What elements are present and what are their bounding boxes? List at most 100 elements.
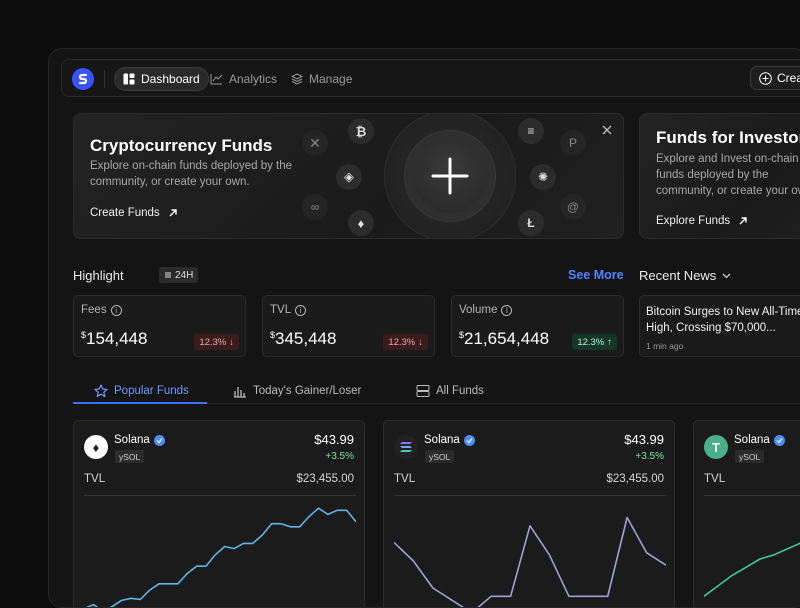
investors-banner: Funds for Investors Explore and Invest o… — [639, 113, 800, 239]
app-logo-icon[interactable] — [72, 68, 94, 90]
cardano-icon: ✺ — [530, 164, 556, 190]
stat-value-text: 345,448 — [275, 329, 336, 348]
arrow-down-icon: ↓ — [229, 337, 234, 348]
change-text: 12.3% — [577, 337, 604, 348]
fund-sparkline — [394, 497, 666, 608]
sparkline-path — [704, 542, 800, 596]
crypto-funds-banner: Cryptocurrency Funds Explore on-chain fu… — [73, 113, 624, 239]
bitcoin-icon: ₿ — [348, 118, 374, 144]
fund-card[interactable]: ♦ Solana ySOL $43.99 +3.5% TVL $23,455.0… — [73, 420, 365, 608]
stat-card-fees: Feesi $154,448 12.3%↓ — [73, 295, 246, 357]
period-label: 24H — [175, 270, 193, 281]
fund-name-text: Solana — [114, 434, 150, 446]
polkadot-icon: P — [560, 130, 586, 156]
verified-icon — [774, 435, 785, 446]
stat-card-tvl: TVL i $345,448 12.3%↓ — [262, 295, 435, 357]
fund-tvl-label: TVL — [84, 473, 105, 485]
create-button-label: Create — [777, 71, 800, 85]
close-icon[interactable] — [602, 122, 612, 140]
tab-gainer-loser[interactable]: Today's Gainer/Loser — [233, 379, 361, 403]
fund-price: $43.99 — [314, 432, 354, 447]
fund-name: Solana — [734, 434, 785, 446]
tab-dashboard-label: Dashboard — [141, 72, 200, 86]
stat-card-volume: Volumei $21,654,448 12.3%↑ — [451, 295, 624, 357]
stat-value-text: 154,448 — [86, 329, 147, 348]
sparkline-path — [84, 508, 356, 608]
fund-name: Solana — [424, 434, 475, 446]
polygon-icon: @ — [560, 194, 586, 220]
fund-divider — [704, 495, 800, 496]
tab-popular-funds-label: Popular Funds — [114, 385, 189, 397]
create-funds-link[interactable]: Create Funds — [90, 207, 178, 219]
binance-icon: ◈ — [336, 164, 362, 190]
plus-circle-icon — [759, 72, 772, 85]
fund-tvl-label: TVL — [394, 473, 415, 485]
manage-icon — [291, 73, 303, 85]
banner-title: Cryptocurrency Funds — [90, 136, 272, 156]
news-item[interactable]: Bitcoin Surges to New All-Time High, Cro… — [639, 295, 800, 357]
stat-label-text: TVL — [270, 304, 291, 316]
create-funds-label: Create Funds — [90, 207, 160, 219]
stat-value: $345,448 — [270, 329, 336, 349]
fund-card[interactable]: T Solana ySOL TVL — [693, 420, 800, 608]
tab-analytics[interactable]: Analytics — [202, 67, 285, 91]
xrp-icon: ✕ — [302, 130, 328, 156]
verified-icon — [154, 435, 165, 446]
fund-ticker: ySOL — [115, 450, 144, 463]
arrow-down-icon: ↓ — [418, 337, 423, 348]
add-fund-button[interactable] — [413, 139, 487, 213]
stat-value: $154,448 — [81, 329, 147, 349]
fund-sparkline — [84, 497, 356, 608]
change-badge: 12.3%↓ — [194, 334, 239, 350]
news-headline: Bitcoin Surges to New All-Time High, Cro… — [646, 304, 800, 336]
stat-label: Feesi — [81, 304, 122, 316]
info-icon[interactable]: i — [111, 305, 122, 316]
change-text: 12.3% — [199, 337, 226, 348]
tab-all-funds[interactable]: All Funds — [416, 379, 484, 403]
arrow-up-right-icon — [168, 208, 178, 218]
ethereum-icon: ♦ — [348, 210, 374, 236]
tab-dashboard[interactable]: Dashboard — [114, 67, 209, 91]
see-more-link[interactable]: See More — [568, 268, 624, 282]
bar-chart-icon — [233, 384, 247, 398]
recent-news-dropdown[interactable]: Recent News — [639, 268, 731, 283]
stack-icon — [164, 271, 172, 279]
fund-name-text: Solana — [424, 434, 460, 446]
period-selector[interactable]: 24H — [159, 267, 198, 283]
info-icon[interactable]: i — [295, 305, 306, 316]
explore-funds-label: Explore Funds — [656, 215, 730, 227]
fund-sparkline — [704, 497, 800, 608]
fund-tvl-label: TVL — [704, 473, 725, 485]
fund-tvl-value: $23,455.00 — [606, 473, 664, 485]
tab-manage-label: Manage — [309, 72, 352, 86]
fund-name: Solana — [114, 434, 165, 446]
active-tab-indicator — [73, 402, 207, 404]
nav-divider — [104, 70, 105, 88]
fund-ticker: ySOL — [425, 450, 454, 463]
top-nav: Dashboard Analytics Manage Create — [61, 59, 800, 97]
solana-icon: ≡ — [518, 118, 544, 144]
fund-change: +3.5% — [635, 451, 664, 462]
create-button[interactable]: Create — [750, 66, 800, 90]
change-badge: 12.3%↑ — [572, 334, 617, 350]
fund-change: +3.5% — [325, 451, 354, 462]
star-icon — [94, 384, 108, 398]
stat-value: $21,654,448 — [459, 329, 549, 349]
verified-icon — [464, 435, 475, 446]
tab-manage[interactable]: Manage — [283, 67, 360, 91]
tab-gainer-loser-label: Today's Gainer/Loser — [253, 385, 361, 397]
highlight-heading: Highlight — [73, 268, 124, 283]
fund-card[interactable]: Solana ySOL $43.99 +3.5% TVL $23,455.00 — [383, 420, 675, 608]
stat-label-text: Volume — [459, 304, 497, 316]
analytics-icon — [210, 73, 223, 85]
stat-label: TVL i — [270, 304, 306, 316]
info-icon[interactable]: i — [501, 305, 512, 316]
explore-funds-link[interactable]: Explore Funds — [656, 215, 748, 227]
fund-price: $43.99 — [624, 432, 664, 447]
arrow-up-right-icon — [738, 216, 748, 226]
tether-icon: T — [704, 435, 728, 459]
coin-icon: ∞ — [302, 194, 328, 220]
tab-popular-funds[interactable]: Popular Funds — [94, 379, 189, 403]
change-badge: 12.3%↓ — [383, 334, 428, 350]
fund-ticker: ySOL — [735, 450, 764, 463]
